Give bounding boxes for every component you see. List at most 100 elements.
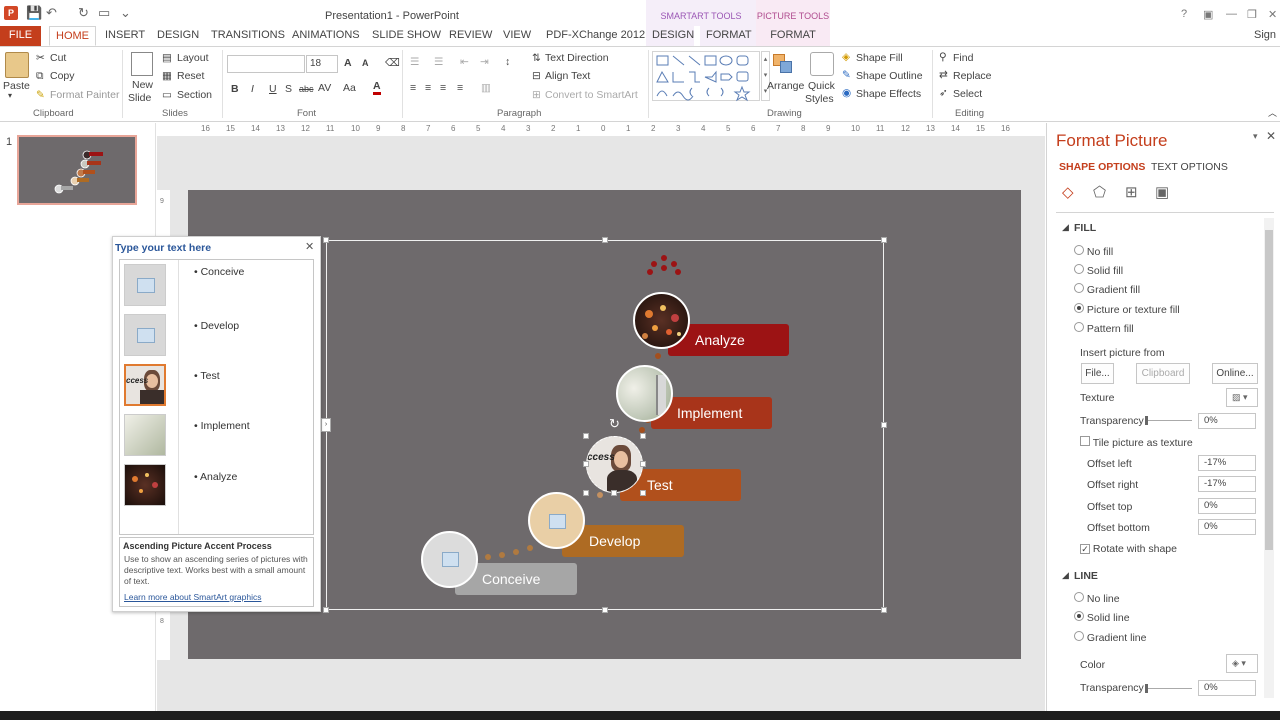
replace-icon[interactable]: ⇄ (939, 69, 948, 81)
radio-no-fill[interactable] (1074, 245, 1084, 255)
select-button[interactable]: Select (953, 88, 982, 100)
size-properties-icon[interactable]: ⊞ (1125, 183, 1138, 201)
shadow-button[interactable]: S (285, 83, 292, 95)
character-spacing-icon[interactable]: AV (318, 82, 331, 94)
rotate-checkbox[interactable]: ✓ (1080, 544, 1090, 554)
reset-icon[interactable]: ▦ (162, 70, 172, 82)
tab-design[interactable]: DESIGN (151, 26, 205, 46)
shapes-gallery[interactable] (652, 51, 760, 102)
step-picture-implement[interactable] (616, 365, 673, 422)
save-icon[interactable]: 💾 (26, 5, 42, 21)
slide-thumbnail[interactable] (17, 135, 137, 205)
new-slide-label-2[interactable]: Slide (128, 92, 151, 104)
shape-fill-icon[interactable]: ◈ (842, 51, 850, 63)
select-icon[interactable]: ➶ (939, 87, 948, 99)
tab-file[interactable]: FILE (0, 26, 41, 46)
tab-review[interactable]: REVIEW (443, 26, 498, 46)
font-name-input[interactable] (227, 55, 305, 73)
clipboard-button[interactable]: Clipboard (1136, 363, 1190, 384)
layout-button[interactable]: Layout (177, 52, 209, 64)
shapes-gallery-scroll[interactable]: ▴ ▾ ▾ (761, 51, 770, 101)
tab-picture-format[interactable]: FORMAT (756, 26, 830, 46)
text-pane-picture-2[interactable] (124, 314, 166, 356)
tab-pdf-xchange[interactable]: PDF-XChange 2012 (540, 26, 651, 46)
tab-transitions[interactable]: TRANSITIONS (205, 26, 291, 46)
transparency-slider-track[interactable] (1146, 420, 1192, 421)
radio-pattern-fill[interactable] (1074, 322, 1084, 332)
line-color-picker[interactable]: ◈ ▾ (1226, 654, 1258, 673)
text-pane-bullet[interactable]: • Conceive (194, 266, 244, 278)
step-picture-test[interactable]: ccess (586, 436, 643, 493)
cut-button[interactable]: Cut (50, 52, 66, 64)
new-slide-icon[interactable] (131, 52, 153, 76)
bullet-text[interactable]: Implement (201, 420, 250, 432)
tab-smartart-format[interactable]: FORMAT (700, 26, 756, 46)
minimize-icon[interactable]: — (1226, 8, 1237, 20)
decrease-indent-icon[interactable]: ⇤ (460, 56, 469, 68)
text-pane-picture-5[interactable] (124, 464, 166, 506)
transparency-spinner[interactable]: 0% (1198, 413, 1256, 429)
tab-home[interactable]: HOME (49, 26, 96, 46)
learn-more-link[interactable]: Learn more about SmartArt graphics (124, 592, 261, 602)
convert-smartart-button[interactable]: Convert to SmartArt (545, 89, 638, 101)
change-case-icon[interactable]: Aa (343, 82, 356, 94)
picture-icon[interactable]: ▣ (1155, 183, 1169, 201)
tab-animations[interactable]: ANIMATIONS (286, 26, 366, 46)
resize-handle[interactable] (881, 607, 887, 613)
pane-scrollbar-thumb[interactable] (1265, 230, 1273, 550)
arrange-button[interactable]: Arrange (767, 80, 804, 92)
resize-handle[interactable] (881, 237, 887, 243)
tile-checkbox-row[interactable]: Tile picture as texture (1080, 436, 1193, 449)
file-button[interactable]: File... (1081, 363, 1114, 384)
resize-handle[interactable] (323, 237, 329, 243)
text-pane-bullet[interactable]: • Implement (194, 420, 250, 432)
line-transparency-slider-track[interactable] (1146, 688, 1192, 689)
offset-bottom-spinner[interactable]: 0% (1198, 519, 1256, 535)
quick-styles-label-2[interactable]: Styles (805, 93, 834, 105)
radio-gradient-fill[interactable] (1074, 283, 1084, 293)
bullet-text[interactable]: Conceive (201, 266, 245, 278)
text-pane-picture-1[interactable] (124, 264, 166, 306)
bullets-icon[interactable]: ☰ (410, 56, 419, 68)
italic-button[interactable]: I (251, 83, 254, 95)
convert-smartart-icon[interactable]: ⊞ (532, 89, 541, 101)
bullet-text[interactable]: Test (200, 370, 219, 382)
text-pane-bullet[interactable]: • Analyze (194, 471, 237, 483)
font-color-icon[interactable]: A (373, 80, 381, 95)
find-button[interactable]: Find (953, 52, 973, 64)
offset-left-spinner[interactable]: -17% (1198, 455, 1256, 471)
tab-text-options[interactable]: TEXT OPTIONS (1151, 161, 1228, 173)
fill-option-pattern-fill[interactable]: Pattern fill (1074, 322, 1134, 335)
step-picture-develop[interactable] (528, 492, 585, 549)
line-collapse-icon[interactable]: ◢ (1062, 570, 1069, 581)
effects-icon[interactable]: ⬠ (1093, 183, 1106, 201)
undo-icon[interactable]: ↶ (46, 5, 57, 21)
rotate-checkbox-row[interactable]: ✓ Rotate with shape (1080, 543, 1177, 555)
picture-resize-handle[interactable] (583, 433, 589, 439)
section-button[interactable]: Section (177, 89, 212, 101)
copy-icon[interactable]: ⧉ (36, 70, 44, 83)
resize-handle[interactable] (602, 607, 608, 613)
columns-icon[interactable]: ▥ (481, 82, 491, 94)
fill-collapse-icon[interactable]: ◢ (1062, 222, 1069, 233)
tab-shape-options[interactable]: SHAPE OPTIONS (1059, 161, 1145, 173)
layout-icon[interactable]: ▤ (162, 52, 172, 64)
text-pane-picture-3[interactable]: ccess (124, 364, 166, 406)
font-size-input[interactable]: 18 (306, 55, 338, 73)
find-icon[interactable]: ⚲ (939, 51, 947, 63)
increase-indent-icon[interactable]: ⇥ (480, 56, 489, 68)
shape-outline-icon[interactable]: ✎ (842, 69, 851, 81)
offset-top-spinner[interactable]: 0% (1198, 498, 1256, 514)
format-painter-icon[interactable]: ✎ (36, 89, 45, 101)
pane-scrollbar[interactable] (1264, 218, 1274, 698)
align-right-icon[interactable]: ≡ (440, 82, 446, 94)
reset-button[interactable]: Reset (177, 70, 204, 82)
align-text-icon[interactable]: ⊟ (532, 70, 541, 82)
align-text-button[interactable]: Align Text (545, 70, 590, 82)
format-painter-button[interactable]: Format Painter (50, 89, 119, 101)
line-transparency-spinner[interactable]: 0% (1198, 680, 1256, 696)
tab-view[interactable]: VIEW (497, 26, 537, 46)
text-pane-close-icon[interactable]: ✕ (305, 240, 314, 253)
new-slide-button[interactable]: New (132, 79, 153, 91)
fill-option-gradient-fill[interactable]: Gradient fill (1074, 283, 1140, 296)
